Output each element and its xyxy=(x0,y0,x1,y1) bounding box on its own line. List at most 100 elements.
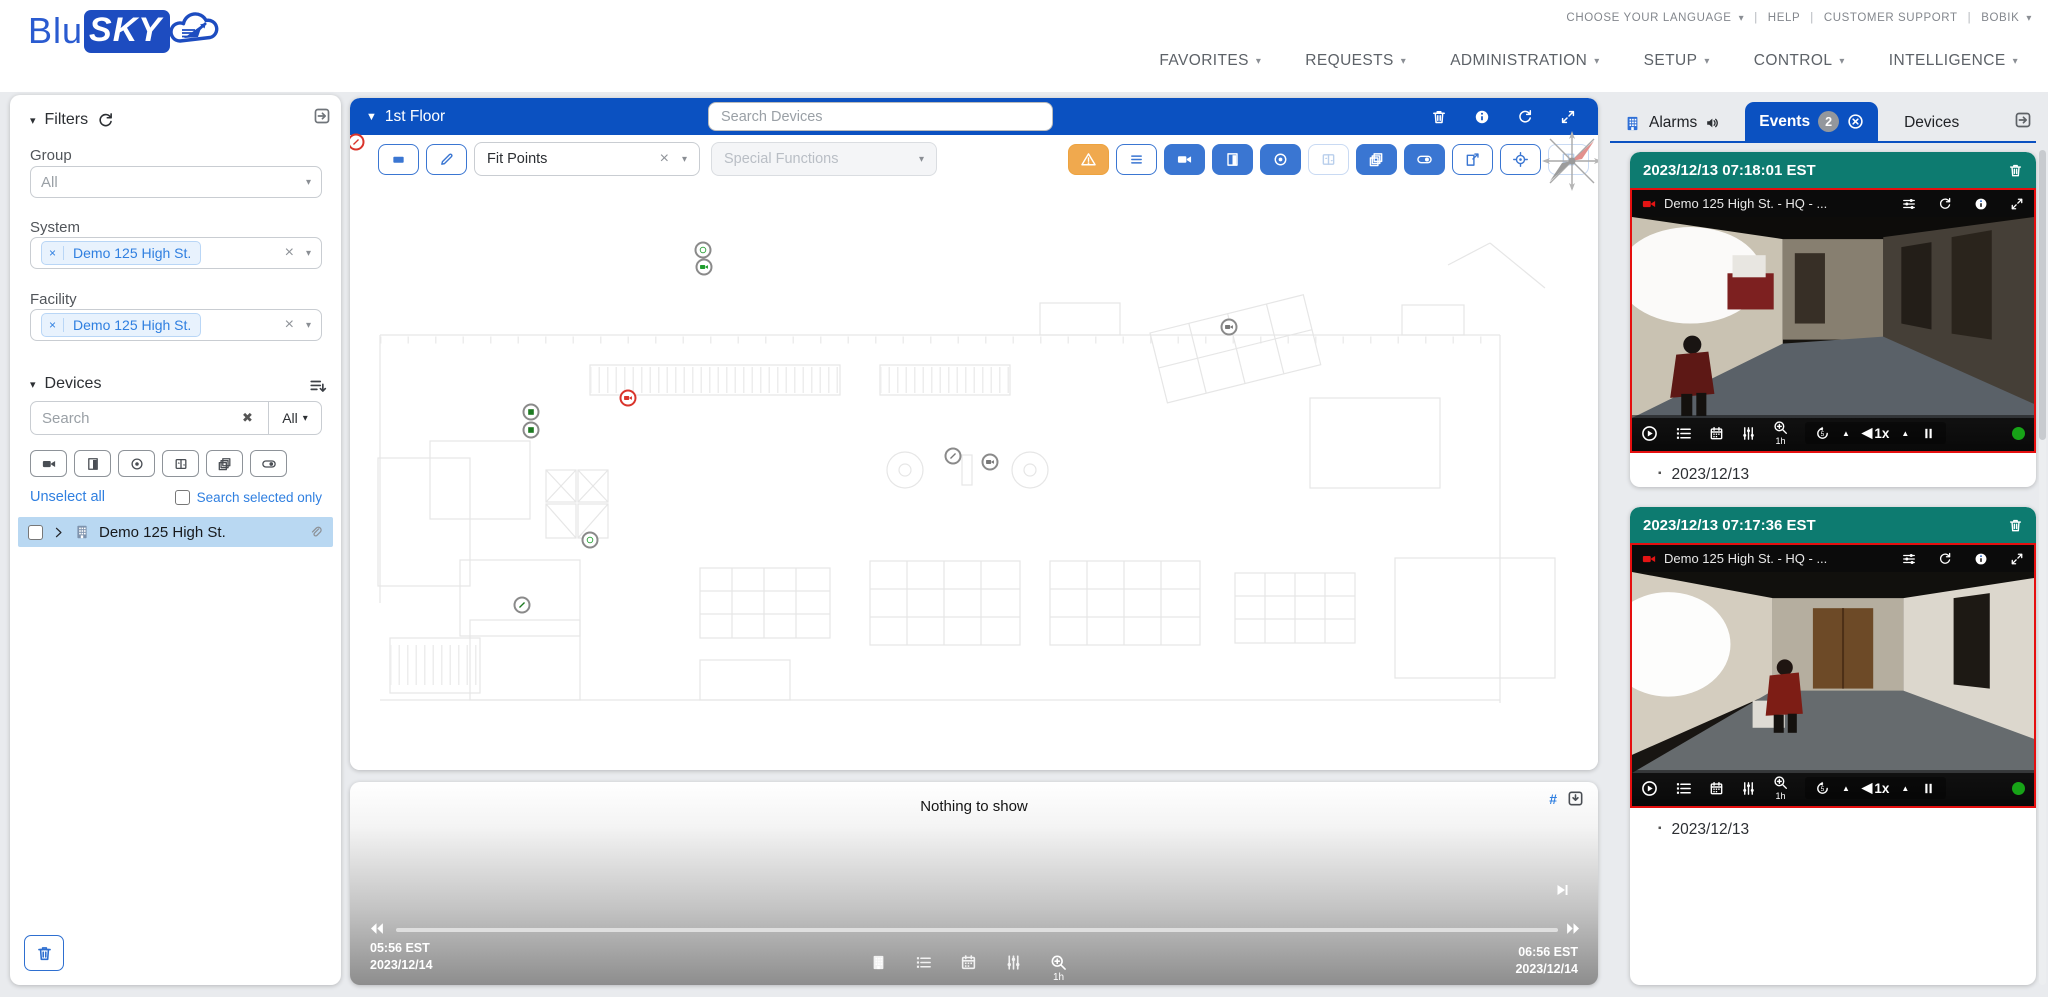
calendar-icon[interactable] xyxy=(1709,781,1724,796)
caret-up-icon[interactable]: ▲ xyxy=(1842,429,1850,438)
clear-select-icon[interactable]: × xyxy=(285,244,294,262)
crosshair-button[interactable] xyxy=(1500,144,1541,175)
nav-favorites[interactable]: FAVORITES▾ xyxy=(1159,52,1261,70)
filters-header[interactable]: ▾ Filters xyxy=(30,111,114,129)
filter-camera-button[interactable] xyxy=(30,450,67,477)
pause-icon[interactable] xyxy=(1921,426,1936,441)
filter-toggle-button[interactable] xyxy=(250,450,287,477)
unselect-all-link[interactable]: Unselect all xyxy=(30,489,105,505)
show-cameras-button[interactable] xyxy=(1164,144,1205,175)
customer-support-link[interactable]: CUSTOMER SUPPORT xyxy=(1824,12,1958,24)
timeline-zoom[interactable]: 1h xyxy=(1050,954,1067,983)
nav-requests[interactable]: REQUESTS▾ xyxy=(1305,52,1406,70)
clear-search-icon[interactable]: ✖ xyxy=(242,410,253,426)
fit-points-select[interactable]: Fit Points ×▾ xyxy=(474,142,700,176)
delete-event-icon[interactable] xyxy=(2008,518,2023,533)
show-motion-button[interactable] xyxy=(1260,144,1301,175)
facility-select[interactable]: × Demo 125 High St. × ▾ xyxy=(30,309,322,341)
tree-item-checkbox[interactable] xyxy=(28,525,43,540)
map-marker[interactable] xyxy=(982,454,999,471)
expand-chevron-icon[interactable] xyxy=(52,526,65,539)
user-menu[interactable]: BOBIK▾ xyxy=(1981,12,2032,24)
help-link[interactable]: HELP xyxy=(1768,12,1800,24)
rewind-5-icon[interactable]: 5 xyxy=(1815,426,1830,441)
remove-tag-icon[interactable]: × xyxy=(42,318,64,332)
stream-info-icon[interactable] xyxy=(1974,197,1988,211)
stream-settings-icon[interactable] xyxy=(1902,552,1916,566)
map-marker[interactable] xyxy=(523,422,540,439)
device-search-input[interactable] xyxy=(30,401,268,435)
fullscreen-icon[interactable] xyxy=(2010,197,2024,211)
flatten-tool-button[interactable] xyxy=(378,144,419,175)
event-list-icon[interactable] xyxy=(915,954,932,971)
timeline-back-icon[interactable] xyxy=(368,920,385,937)
map-marker[interactable] xyxy=(523,404,540,421)
floor-selector[interactable]: ▼ 1st Floor xyxy=(366,108,445,126)
show-toggles-button[interactable] xyxy=(1404,144,1445,175)
search-selected-checkbox[interactable]: Search selected only xyxy=(175,490,322,505)
language-menu[interactable]: CHOOSE YOUR LANGUAGE▾ xyxy=(1566,12,1744,24)
map-marker[interactable] xyxy=(514,597,531,614)
map-search-input[interactable] xyxy=(708,102,1053,131)
reload-stream-icon[interactable] xyxy=(1938,552,1952,566)
tab-events[interactable]: Events 2 xyxy=(1745,102,1878,141)
play-icon[interactable] xyxy=(1641,780,1658,797)
timeline-track[interactable] xyxy=(396,928,1558,932)
calendar-icon[interactable] xyxy=(1709,426,1724,441)
filter-tune-icon[interactable] xyxy=(1005,954,1022,971)
panel-collapse-icon[interactable] xyxy=(2014,111,2032,129)
filter-door-button[interactable] xyxy=(74,450,111,477)
remove-tag-icon[interactable]: × xyxy=(42,246,64,260)
clear-icon[interactable]: × xyxy=(660,150,669,168)
device-tree-item[interactable]: Demo 125 High St. xyxy=(18,517,333,547)
map-marker[interactable] xyxy=(696,259,713,276)
export-icon[interactable] xyxy=(1567,790,1584,807)
tab-alarms[interactable]: Alarms xyxy=(1610,105,1733,141)
device-type-all-button[interactable]: All▾ xyxy=(268,401,322,435)
delete-event-icon[interactable] xyxy=(2008,163,2023,178)
speaker-icon[interactable] xyxy=(1705,116,1719,130)
video-zoom[interactable]: 1h xyxy=(1773,420,1788,446)
tune-icon[interactable] xyxy=(1741,781,1756,796)
panel-scrollbar[interactable] xyxy=(2039,150,2046,985)
map-marker[interactable] xyxy=(945,448,962,465)
show-doors-button[interactable] xyxy=(1212,144,1253,175)
group-select[interactable]: All ▾ xyxy=(30,166,322,198)
map-marker[interactable] xyxy=(620,390,637,407)
rewind-5-icon[interactable]: 5 xyxy=(1815,781,1830,796)
nav-control[interactable]: CONTROL▾ xyxy=(1754,52,1845,70)
sidebar-collapse-icon[interactable] xyxy=(313,107,331,125)
refresh-icon[interactable] xyxy=(1517,109,1533,125)
fullscreen-icon[interactable] xyxy=(2010,552,2024,566)
nav-intelligence[interactable]: INTELLIGENCE▾ xyxy=(1889,52,2018,70)
clear-select-icon[interactable]: × xyxy=(285,316,294,334)
delete-selection-button[interactable] xyxy=(24,935,64,971)
reload-stream-icon[interactable] xyxy=(1938,197,1952,211)
event-log-icon[interactable] xyxy=(1675,425,1692,442)
alerts-toggle-button[interactable] xyxy=(1068,144,1109,175)
tab-devices[interactable]: Devices xyxy=(1890,105,1973,141)
timeline-forward-icon[interactable] xyxy=(1565,920,1582,937)
map-marker[interactable] xyxy=(1221,319,1238,336)
device-sort-icon[interactable] xyxy=(309,377,327,395)
caret-up-icon[interactable]: ▲ xyxy=(1842,784,1850,793)
blusky-logo[interactable]: Blu SKY xyxy=(28,7,222,55)
pause-icon[interactable] xyxy=(1921,781,1936,796)
floorplan-canvas[interactable] xyxy=(350,183,1598,770)
video-player[interactable]: Demo 125 High St. - HQ - ... xyxy=(1630,188,2036,453)
show-layers-button[interactable] xyxy=(1356,144,1397,175)
caret-up-icon[interactable]: ▲ xyxy=(1901,429,1909,438)
video-zoom[interactable]: 1h xyxy=(1773,775,1788,801)
skip-to-end-icon[interactable] xyxy=(1554,882,1570,898)
edit-tool-button[interactable] xyxy=(426,144,467,175)
stream-info-icon[interactable] xyxy=(1974,552,1988,566)
filter-layers-button[interactable] xyxy=(206,450,243,477)
event-log-icon[interactable] xyxy=(1675,780,1692,797)
nav-setup[interactable]: SETUP▾ xyxy=(1644,52,1710,70)
nav-administration[interactable]: ADMINISTRATION▾ xyxy=(1450,52,1599,70)
trash-icon[interactable] xyxy=(1431,109,1447,125)
tune-icon[interactable] xyxy=(1741,426,1756,441)
filter-motion-button[interactable] xyxy=(118,450,155,477)
list-view-button[interactable] xyxy=(1116,144,1157,175)
system-select[interactable]: × Demo 125 High St. × ▾ xyxy=(30,237,322,269)
